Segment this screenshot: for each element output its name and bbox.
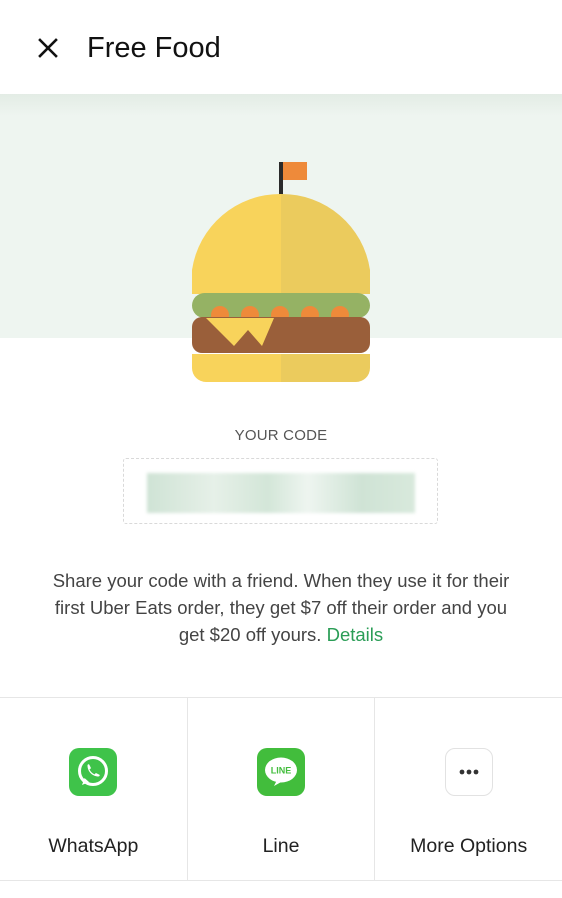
referral-code-redacted <box>147 473 415 513</box>
referral-description-text: Share your code with a friend. When they… <box>52 570 510 645</box>
close-icon[interactable] <box>36 36 60 60</box>
referral-description: Share your code with a friend. When they… <box>40 567 522 648</box>
svg-text:LINE: LINE <box>271 766 292 776</box>
share-whatsapp-button[interactable]: WhatsApp <box>0 698 187 880</box>
line-icon: LINE <box>257 748 305 796</box>
more-options-icon <box>444 748 493 796</box>
close-button[interactable] <box>36 36 60 60</box>
share-more-options-label: More Options <box>410 835 528 857</box>
share-more-options-button[interactable]: More Options <box>374 698 562 880</box>
code-label: YOUR CODE <box>234 427 328 444</box>
burger-illustration <box>192 162 370 382</box>
whatsapp-icon <box>69 748 118 796</box>
header: Free Food <box>0 0 562 94</box>
details-link[interactable]: Details <box>327 624 384 645</box>
page-title: Free Food <box>87 32 221 64</box>
referral-code-box[interactable] <box>123 458 438 524</box>
share-line-button[interactable]: LINE Line <box>186 698 375 880</box>
share-options: WhatsApp LINE Line More Options <box>0 697 562 881</box>
share-line-label: Line <box>262 835 300 857</box>
share-whatsapp-label: WhatsApp <box>48 835 139 857</box>
